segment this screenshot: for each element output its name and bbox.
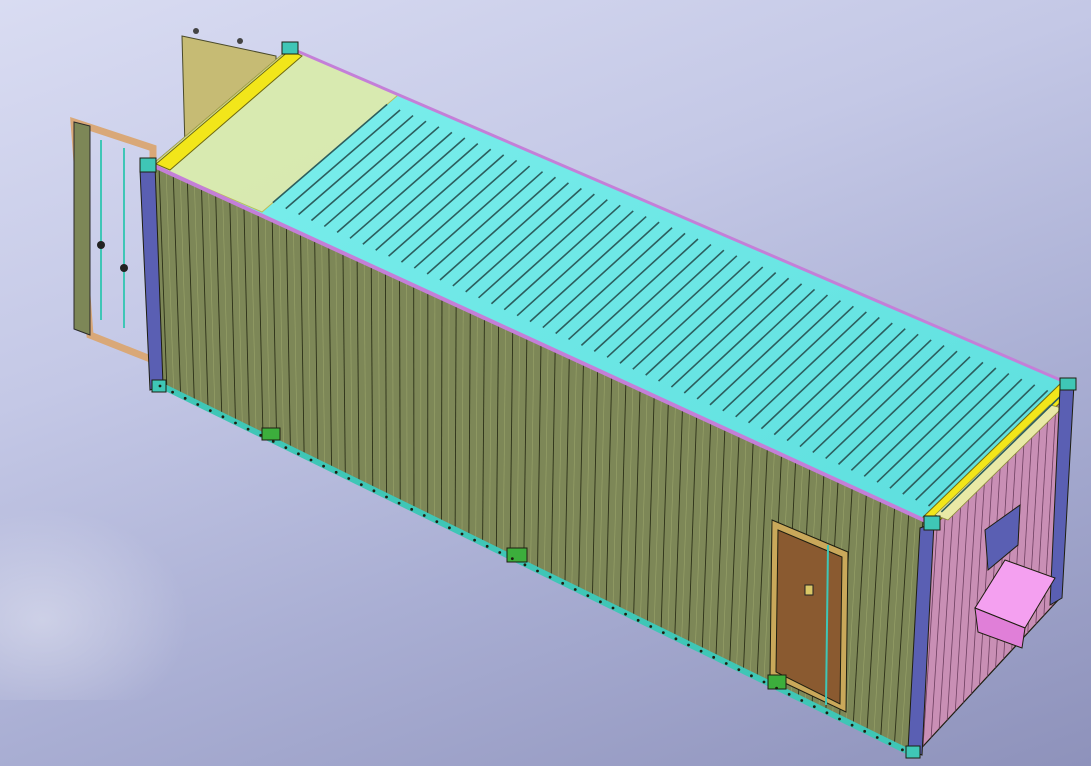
base-rail-bolt (875, 736, 879, 739)
base-rail-bolt (309, 458, 313, 462)
base-rail-bolt (649, 625, 653, 628)
base-rail-bolt (234, 421, 237, 425)
base-rail-bolt (259, 433, 263, 437)
base-rail-bolt (523, 563, 527, 567)
base-rail-bolt (825, 711, 829, 715)
base-rail-bolt (888, 742, 892, 746)
base-rail-bolt (158, 384, 162, 388)
base-rail-bolt (271, 440, 275, 443)
base-rail-bolt (435, 520, 439, 524)
base-rail-bolt (536, 569, 539, 573)
base-rail-bolt (750, 674, 753, 678)
base-rail-bolt (410, 507, 414, 511)
base-rail-bolt (812, 705, 816, 709)
base-rail-bolt (699, 649, 703, 653)
base-rail-bolt (737, 668, 741, 672)
base-rail-bolt (636, 618, 640, 622)
cad-viewport[interactable] (0, 0, 1091, 766)
base-rail-bolt (397, 501, 401, 505)
base-rail-bolt (422, 514, 426, 517)
base-rail-bolt (221, 415, 225, 419)
base-rail-bolt (712, 655, 716, 659)
base-rail-bolt (183, 396, 187, 400)
base-rail-bolt (624, 612, 627, 616)
base-rail-bolt (724, 662, 728, 665)
base-rail-bolt (284, 446, 288, 450)
base-rail-bolt (448, 526, 451, 530)
base-rail-bolt (347, 477, 351, 480)
base-rail-bolt (599, 600, 602, 604)
base-rail-bolt (800, 699, 804, 702)
base-rail-bolt (787, 692, 791, 696)
base-rail-bolt (775, 686, 778, 690)
base-rail-bolt (171, 390, 174, 394)
base-rail-bolt (762, 680, 766, 684)
base-rail-bolt (322, 464, 325, 468)
base-rail-bolt (850, 723, 854, 727)
base-rail-bolt (385, 495, 388, 499)
base-rail-bolt (473, 538, 476, 542)
base-rail-bolt (372, 489, 376, 493)
base-rail-bolt (510, 557, 514, 561)
base-rail-bolt (498, 551, 502, 554)
base-rail-bolt (838, 717, 841, 721)
base-rail-bolt (359, 483, 363, 487)
base-rail-bolt (863, 729, 867, 733)
side-wall-rib (440, 298, 443, 523)
base-rail-bolt (460, 532, 464, 536)
base-rail-bolt (208, 409, 212, 413)
base-rail-bolt (573, 588, 577, 591)
base-rail-bolt (297, 452, 300, 456)
base-rail-bolt (687, 643, 690, 647)
container-3d-model[interactable] (0, 0, 1091, 766)
base-rail-bolt (334, 470, 338, 474)
base-rail-bolt (196, 403, 200, 406)
base-rail-bolt (611, 606, 615, 610)
base-rail-bolt (485, 544, 489, 548)
base-rail-bolt (561, 581, 565, 585)
base-rail-bolt (661, 631, 665, 635)
base-rail-bolt (901, 748, 904, 752)
base-rail-bolt (674, 637, 678, 641)
door-lock-icon (804, 584, 814, 596)
base-rail-bolt (586, 594, 590, 598)
base-rail-bolt (548, 575, 552, 579)
base-rail-bolt (246, 427, 250, 431)
